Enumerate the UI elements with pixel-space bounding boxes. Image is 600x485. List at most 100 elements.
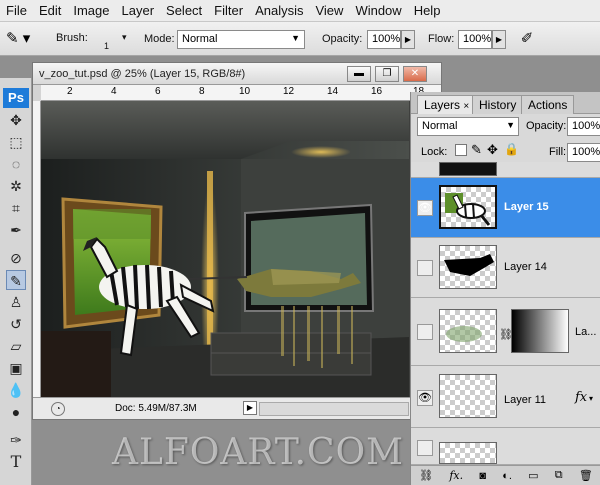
- layer-row-partial-bottom[interactable]: [411, 428, 600, 465]
- layers-panel: Layers × History Actions Normal ▼ Opacit…: [410, 92, 600, 485]
- ruler-mark: 6: [155, 86, 161, 97]
- menu-filter[interactable]: Filter: [208, 3, 249, 18]
- opacity-input[interactable]: 100%: [367, 30, 401, 49]
- brush-picker-arrow-icon[interactable]: ▾: [122, 32, 127, 43]
- clone-stamp-tool-icon[interactable]: ♙: [6, 292, 26, 312]
- lasso-tool-icon[interactable]: ◌: [6, 154, 26, 174]
- layer-row-layer-14[interactable]: Layer 14: [411, 238, 600, 298]
- ruler-mark: 16: [371, 86, 383, 97]
- restore-button[interactable]: ❐: [375, 66, 399, 82]
- visibility-toggle[interactable]: [417, 440, 433, 456]
- layer-row-masked[interactable]: ⛓ La...: [411, 298, 600, 366]
- eye-icon[interactable]: 👁: [417, 200, 433, 216]
- menu-file[interactable]: File: [0, 3, 33, 18]
- panel-tabs: Layers × History Actions: [411, 92, 600, 114]
- new-group-icon[interactable]: ▭: [528, 469, 538, 482]
- layer-thumbnail: [439, 442, 497, 464]
- marquee-tool-icon[interactable]: ⬚: [6, 132, 26, 152]
- ruler-mark: 10: [239, 86, 251, 97]
- new-layer-icon[interactable]: ⧉: [555, 469, 563, 482]
- eyedropper-tool-icon[interactable]: ✒: [6, 220, 26, 240]
- lock-position-icon[interactable]: ✥: [487, 142, 498, 158]
- pen-tool-icon[interactable]: ✑: [6, 430, 26, 450]
- layer-row-layer-15[interactable]: 👁 Layer 15: [411, 178, 600, 238]
- eye-icon[interactable]: 👁: [417, 390, 433, 406]
- fx-icon[interactable]: fx: [575, 390, 587, 405]
- history-brush-tool-icon[interactable]: ↺: [6, 314, 26, 334]
- mode-select[interactable]: Normal ▼: [177, 30, 305, 49]
- flow-arrow-icon[interactable]: ▶: [492, 30, 506, 49]
- document-titlebar[interactable]: v_zoo_tut.psd @ 25% (Layer 15, RGB/8#) ▬…: [33, 63, 441, 85]
- ruler-mark: 4: [111, 86, 117, 97]
- brush-tool-preset-icon[interactable]: ✎ ▾: [6, 29, 38, 49]
- horizontal-scrollbar[interactable]: [259, 402, 409, 416]
- ruler-mark: 12: [283, 86, 295, 97]
- tab-history[interactable]: History: [472, 95, 524, 114]
- minimize-button[interactable]: ▬: [347, 66, 371, 82]
- layer-thumbnail: [439, 374, 497, 418]
- menu-analysis[interactable]: Analysis: [249, 3, 309, 18]
- layer-name: La...: [575, 326, 597, 338]
- fill-input[interactable]: 100%: [567, 143, 600, 162]
- silhouette-thumbnail-icon: [444, 254, 494, 276]
- adjustment-layer-icon[interactable]: ◐.: [502, 470, 512, 482]
- menu-bar: File Edit Image Layer Select Filter Anal…: [0, 0, 600, 22]
- menu-image[interactable]: Image: [67, 3, 115, 18]
- photoshop-logo[interactable]: Ps: [3, 88, 29, 108]
- brush-tool-icon[interactable]: ✎: [6, 270, 26, 290]
- layer-row-layer-11[interactable]: 👁 Layer 11 fx ▾: [411, 366, 600, 428]
- image-canvas[interactable]: [41, 101, 409, 397]
- watermark: ALFOART.COM: [112, 432, 404, 473]
- menu-select[interactable]: Select: [160, 3, 208, 18]
- fill-label: Fill:: [549, 146, 567, 158]
- magic-wand-tool-icon[interactable]: ✲: [6, 176, 26, 196]
- type-tool-icon[interactable]: T: [6, 452, 26, 472]
- flow-input[interactable]: 100%: [458, 30, 492, 49]
- status-menu-arrow-icon[interactable]: ▶: [243, 401, 257, 415]
- add-style-icon[interactable]: fx.: [449, 469, 463, 482]
- add-mask-icon[interactable]: ◙: [479, 470, 486, 482]
- blur-tool-icon[interactable]: 💧: [6, 380, 26, 400]
- eraser-tool-icon[interactable]: ▱: [6, 336, 26, 356]
- dodge-tool-icon[interactable]: ●: [6, 402, 26, 422]
- doc-size-info: Doc: 5.49M/87.3M: [115, 403, 197, 414]
- layer-mask-thumbnail[interactable]: [511, 309, 569, 353]
- expand-effects-icon[interactable]: ▾: [589, 394, 593, 403]
- layer-name: Layer 14: [504, 261, 547, 273]
- lock-transparency-icon[interactable]: [455, 144, 467, 156]
- artwork-illustration: [41, 101, 409, 397]
- lock-all-icon[interactable]: 🔒: [504, 142, 519, 156]
- zoom-menu-icon[interactable]: ◔: [51, 402, 65, 416]
- ruler-mark: 14: [327, 86, 339, 97]
- trash-icon[interactable]: 🗑: [579, 469, 593, 482]
- brush-label: Brush:: [56, 32, 88, 44]
- opacity-arrow-icon[interactable]: ▶: [401, 30, 415, 49]
- link-layers-icon[interactable]: ⛓: [419, 469, 433, 482]
- lock-image-icon[interactable]: ✎: [471, 142, 482, 158]
- layer-opacity-input[interactable]: 100%: [567, 117, 600, 136]
- layer-row-partial[interactable]: [411, 162, 600, 178]
- gradient-tool-icon[interactable]: ▣: [6, 358, 26, 378]
- menu-edit[interactable]: Edit: [33, 3, 67, 18]
- flow-label: Flow:: [428, 33, 455, 45]
- tab-actions[interactable]: Actions: [521, 95, 575, 114]
- visibility-toggle[interactable]: [417, 324, 433, 340]
- brush-size[interactable]: 1: [104, 41, 109, 51]
- menu-layer[interactable]: Layer: [116, 3, 161, 18]
- layer-thumbnail: [439, 309, 497, 353]
- menu-view[interactable]: View: [309, 3, 349, 18]
- tab-layers[interactable]: Layers ×: [417, 95, 477, 114]
- close-button[interactable]: ✕: [403, 66, 427, 82]
- layers-bottom-bar: ⛓ fx. ◙ ◐. ▭ ⧉ 🗑: [411, 465, 600, 485]
- horizontal-ruler: 2 4 6 8 10 12 14 16 18: [41, 85, 441, 101]
- move-tool-icon[interactable]: ✥: [6, 110, 26, 130]
- blend-mode-select[interactable]: Normal ▼: [417, 117, 519, 136]
- healing-brush-tool-icon[interactable]: ⊘: [6, 248, 26, 268]
- airbrush-icon[interactable]: ✐: [516, 29, 538, 49]
- layer-thumbnail: [439, 162, 497, 176]
- menu-help[interactable]: Help: [408, 3, 447, 18]
- menu-window[interactable]: Window: [349, 3, 407, 18]
- visibility-toggle[interactable]: [417, 260, 433, 276]
- close-tab-icon[interactable]: ×: [463, 101, 469, 112]
- crop-tool-icon[interactable]: ⌗: [6, 198, 26, 218]
